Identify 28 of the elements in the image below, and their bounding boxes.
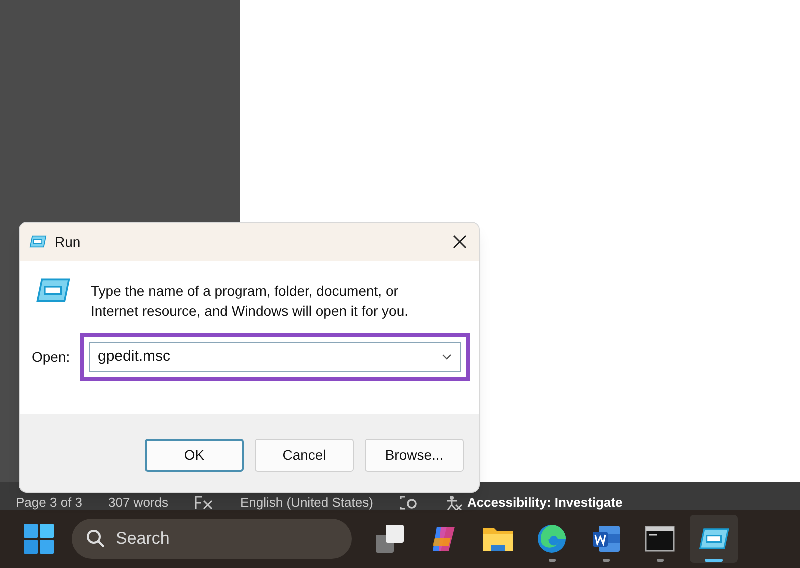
status-text: 307 words: [108, 494, 168, 512]
dialog-button[interactable]: Browse...: [365, 438, 464, 472]
run-program-icon: [35, 277, 71, 304]
dialog-description: Type the name of a program, folder, document, or Internet resource, and Windows will open it for you.: [91, 282, 410, 321]
status-text: English (United States): [240, 494, 374, 512]
accessibility-icon: [445, 495, 464, 511]
focus-icon: [399, 495, 420, 511]
run-icon: [29, 235, 47, 249]
windows-stack-icon: [374, 523, 406, 555]
proofing-icon: [194, 495, 214, 511]
status-text: Page 3 of 3: [16, 494, 82, 512]
accessibility-status[interactable]: Accessibility: Investigate: [467, 493, 623, 513]
chevron-down-icon: [442, 354, 452, 360]
close-icon[interactable]: [453, 235, 467, 249]
open-combo-field[interactable]: gpedit.msc: [89, 342, 461, 372]
taskbar-app-button[interactable]: [690, 515, 738, 563]
field-label: Open:: [32, 348, 72, 367]
dialog-button[interactable]: OK: [145, 438, 244, 472]
run-icon: [698, 527, 730, 551]
folder-icon: [482, 525, 514, 553]
terminal-icon: [645, 526, 675, 552]
browser-icon: [537, 524, 567, 554]
dialog-button[interactable]: Cancel: [255, 438, 354, 472]
search-icon: [86, 529, 106, 549]
windows-logo-icon[interactable]: [24, 524, 54, 554]
window-title: Run: [55, 232, 81, 252]
document-app-icon: [591, 524, 621, 554]
search-field[interactable]: Search: [72, 519, 352, 559]
